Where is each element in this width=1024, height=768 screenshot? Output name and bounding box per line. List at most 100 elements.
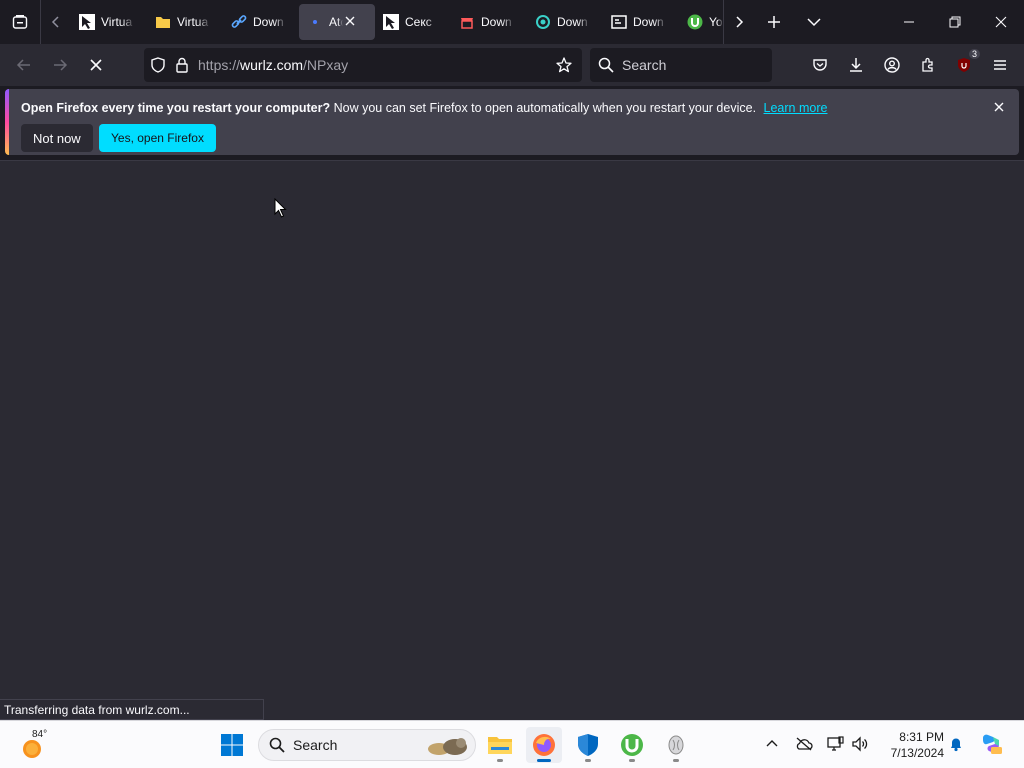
running-indicator (585, 759, 591, 762)
copilot-button[interactable] (978, 731, 1004, 757)
tab-7[interactable]: Down (603, 4, 679, 40)
ublock-shield-icon (958, 58, 970, 72)
extensions-button[interactable] (910, 47, 946, 83)
tabs-scroll-right-button[interactable] (724, 0, 754, 44)
app-menu-button[interactable] (982, 47, 1018, 83)
plus-icon (768, 16, 780, 28)
tracking-protection-button[interactable] (144, 48, 172, 82)
folder-icon (488, 737, 512, 754)
taskbar-app-generic[interactable] (658, 727, 694, 763)
close-icon (345, 16, 355, 26)
store-favicon-icon (459, 14, 475, 30)
active-indicator (537, 759, 551, 762)
weather-temperature: 84° (32, 729, 48, 740)
weather-widget[interactable]: 84° (18, 729, 58, 761)
stop-icon (90, 59, 102, 71)
firefox-view-button[interactable] (0, 0, 40, 44)
swirl-favicon-icon (535, 14, 551, 30)
site-info-button[interactable] (172, 48, 192, 82)
network-tray-button[interactable] (823, 731, 849, 757)
utorrent-favicon-icon (687, 14, 703, 30)
tab-1[interactable]: Virtua (147, 4, 223, 40)
list-all-tabs-button[interactable] (794, 0, 834, 44)
yes-open-firefox-button[interactable]: Yes, open Firefox (99, 124, 216, 152)
onedrive-tray-button[interactable] (791, 731, 817, 757)
bookmark-star-button[interactable] (550, 48, 578, 82)
search-highlight-illustration-icon (428, 738, 467, 755)
downloads-button[interactable] (838, 47, 874, 83)
show-hidden-icons-button[interactable] (759, 731, 785, 757)
close-tab-button[interactable] (345, 15, 355, 29)
shield-icon (578, 734, 598, 756)
notification-title: Open Firefox every time you restart your… (21, 101, 331, 115)
mouse-pointer-icon (274, 198, 287, 218)
notification-text: Now you can set Firefox to open automati… (333, 101, 757, 115)
running-indicator (629, 759, 635, 762)
account-icon (884, 57, 900, 73)
search-input[interactable] (622, 57, 762, 73)
url-text[interactable]: https://wurlz.com/NPxay (198, 57, 550, 73)
restore-button[interactable] (932, 0, 978, 44)
running-indicator (673, 759, 679, 762)
tab-4[interactable]: Cекс (375, 4, 451, 40)
firefox-icon (533, 734, 555, 756)
tabs-scroll-left-button[interactable] (41, 0, 71, 44)
utorrent-icon (621, 734, 643, 756)
ublock-extension-button[interactable]: 3 (946, 47, 982, 83)
volume-tray-button[interactable] (847, 731, 873, 757)
account-button[interactable] (874, 47, 910, 83)
search-bar[interactable] (590, 48, 772, 82)
not-now-button[interactable]: Not now (21, 124, 93, 152)
badge-favicon-icon (611, 14, 627, 30)
taskbar-search-label: Search (293, 737, 338, 753)
system-clock[interactable]: 8:31 PM 7/13/2024 (880, 729, 944, 761)
forward-button[interactable] (42, 47, 78, 83)
new-tab-button[interactable] (754, 0, 794, 44)
learn-more-link[interactable]: Learn more (764, 101, 828, 115)
address-bar[interactable]: https://wurlz.com/NPxay (144, 48, 582, 82)
clock-date: 7/13/2024 (890, 746, 944, 760)
notification-center-button[interactable] (943, 731, 969, 757)
extension-badge: 3 (968, 49, 980, 59)
stop-loading-button[interactable] (78, 47, 114, 83)
tab-strip: Virtua Virtua Down Atc Cекс (0, 0, 1024, 44)
hamburger-menu-icon (994, 60, 1006, 70)
taskbar-utorrent[interactable] (614, 727, 650, 763)
page-content[interactable] (0, 161, 1024, 720)
tab-6[interactable]: Down (527, 4, 603, 40)
status-panel: Transferring data from wurlz.com... (0, 699, 264, 720)
tab-8[interactable]: You (679, 4, 723, 40)
minimize-button[interactable] (886, 0, 932, 44)
tab-2[interactable]: Down (223, 4, 299, 40)
cursor-favicon-icon (79, 14, 95, 30)
url-path: /NPxay (303, 57, 349, 73)
pocket-button[interactable] (802, 47, 838, 83)
tab-5[interactable]: Down (451, 4, 527, 40)
tab-title: You (709, 15, 723, 29)
tab-0[interactable]: Virtua (71, 4, 147, 40)
tab-title: Atc (329, 15, 343, 29)
lock-icon (176, 57, 188, 73)
copilot-icon (983, 734, 1002, 754)
chevron-down-icon (807, 18, 821, 27)
back-button[interactable] (6, 47, 42, 83)
windows-logo-icon (221, 734, 243, 756)
start-button[interactable] (214, 727, 250, 763)
taskbar-search[interactable]: Search (258, 729, 476, 761)
taskbar-file-explorer[interactable] (482, 727, 518, 763)
notification-close-button[interactable] (991, 99, 1007, 115)
tab-3-active[interactable]: Atc (299, 4, 375, 40)
search-icon (269, 737, 285, 753)
taskbar-firefox[interactable] (526, 727, 562, 763)
bell-icon (951, 738, 961, 752)
folder-favicon-icon (155, 14, 171, 30)
close-window-button[interactable] (978, 0, 1024, 44)
clock-time: 8:31 PM (899, 730, 944, 744)
chevron-left-icon (51, 16, 59, 28)
shield-icon (151, 57, 165, 73)
link-favicon-icon (231, 14, 247, 30)
tab-title: Down (481, 15, 512, 29)
taskbar-defender[interactable] (570, 727, 606, 763)
toolbar-right: 3 (802, 47, 1018, 83)
minimize-icon (904, 21, 914, 23)
